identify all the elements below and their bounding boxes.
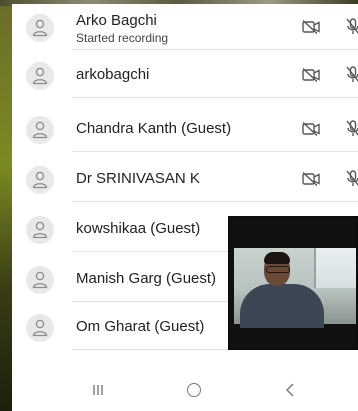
camera-off-icon[interactable] — [302, 172, 320, 186]
person-icon — [32, 271, 48, 289]
mic-off-icon[interactable] — [346, 18, 358, 36]
system-navigation-bar — [12, 356, 358, 411]
mic-off-icon[interactable] — [346, 120, 358, 138]
avatar — [26, 216, 54, 244]
video-thumbnail[interactable] — [228, 216, 358, 350]
physical-frame-left — [0, 0, 12, 411]
person-icon — [32, 171, 48, 189]
avatar — [26, 166, 54, 194]
person-icon — [32, 19, 48, 37]
home-icon[interactable] — [187, 383, 201, 397]
person-icon — [32, 121, 48, 139]
avatar — [26, 62, 54, 90]
participant-name: Arko Bagchi — [76, 12, 157, 29]
participant-name: Dr SRINIVASAN K — [76, 170, 200, 187]
avatar — [26, 14, 54, 42]
avatar — [26, 266, 54, 294]
participant-name: Chandra Kanth (Guest) — [76, 120, 232, 137]
person-icon — [32, 319, 48, 337]
camera-off-icon[interactable] — [302, 20, 320, 34]
video-background-window — [314, 248, 356, 288]
participant-row[interactable]: Arko Bagchi Started recording — [12, 6, 358, 50]
row-divider — [72, 201, 358, 202]
person-icon — [32, 67, 48, 85]
camera-off-icon[interactable] — [302, 68, 320, 82]
video-person-body — [240, 284, 324, 328]
participant-row[interactable]: arkobagchi — [12, 54, 358, 98]
video-person-hair — [264, 252, 290, 264]
row-divider — [72, 151, 358, 152]
participant-row[interactable]: Chandra Kanth (Guest) — [12, 108, 358, 152]
participant-name: Manish Garg (Guest) — [76, 270, 217, 287]
participant-name: arkobagchi — [76, 66, 150, 83]
person-icon — [32, 221, 48, 239]
participant-name: Om Gharat (Guest) — [76, 318, 205, 335]
avatar — [26, 116, 54, 144]
participant-row[interactable]: Dr SRINIVASAN K — [12, 158, 358, 202]
participant-name: kowshikaa (Guest) — [76, 220, 201, 237]
mic-off-icon[interactable] — [346, 170, 358, 188]
camera-off-icon[interactable] — [302, 122, 320, 136]
recents-icon[interactable] — [92, 384, 104, 396]
video-feed — [234, 248, 356, 328]
back-icon[interactable] — [285, 383, 295, 397]
row-divider — [72, 49, 358, 50]
row-divider — [72, 97, 358, 98]
avatar — [26, 314, 54, 342]
video-person-glasses — [266, 266, 290, 273]
participant-status: Started recording — [76, 31, 169, 45]
mic-off-icon[interactable] — [346, 66, 358, 84]
